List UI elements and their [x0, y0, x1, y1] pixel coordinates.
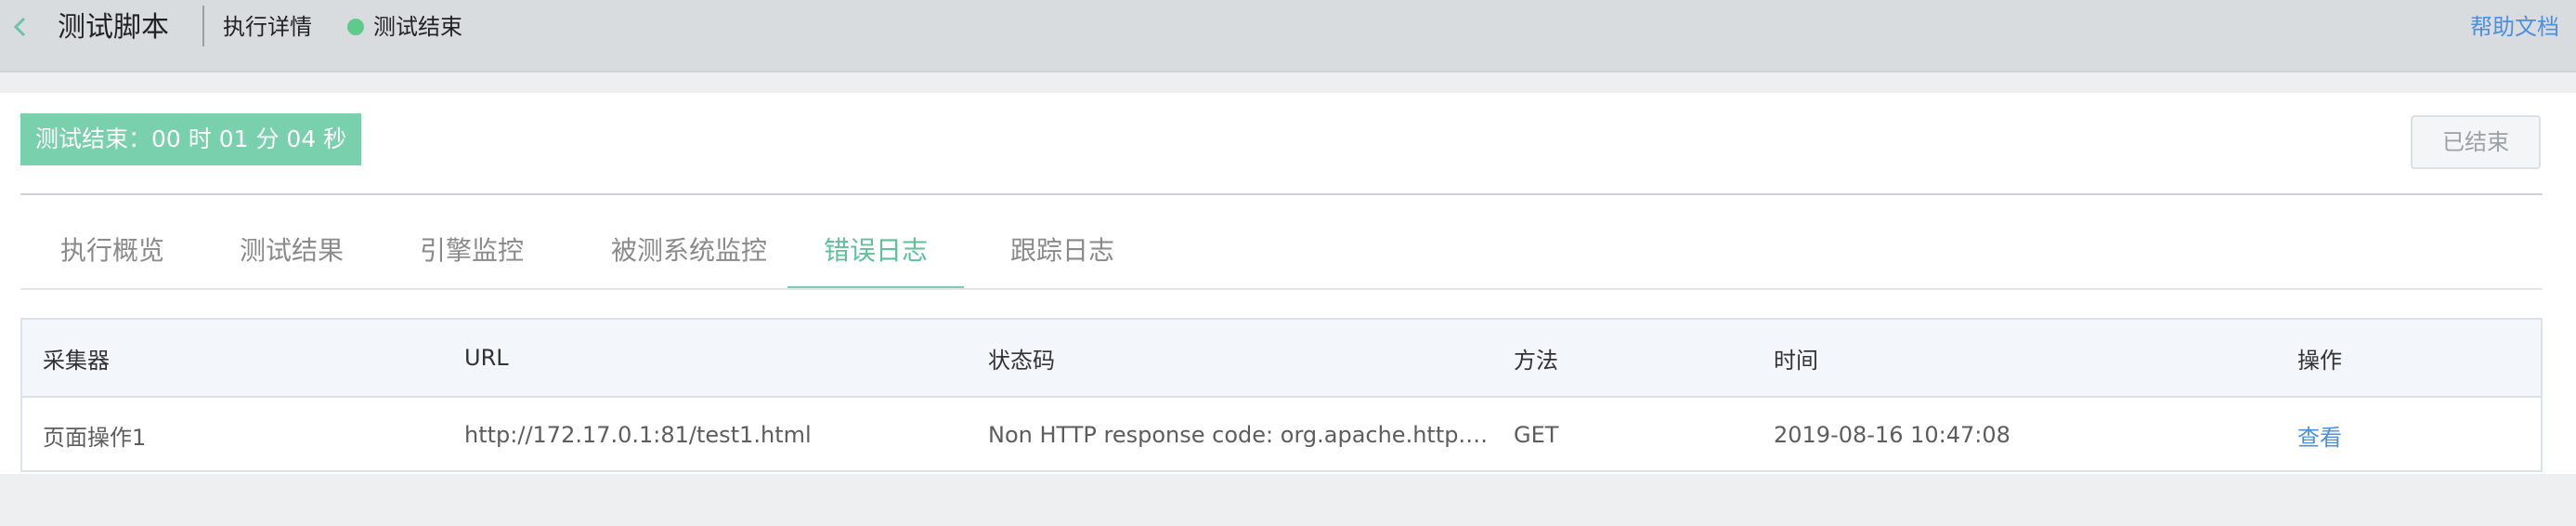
finished-button[interactable]: 已结束 — [2411, 115, 2541, 169]
cell-collector: 页面操作1 — [43, 424, 147, 451]
top-bar: 测试脚本 执行详情 测试结束 帮助文档 — [0, 0, 2576, 72]
status-text: 测试结束 — [373, 14, 462, 40]
status-dot-icon — [347, 19, 364, 35]
breadcrumb-execution-detail: 执行详情 — [223, 14, 312, 40]
column-header-action: 操作 — [2297, 347, 2342, 374]
cell-status-code: Non HTTP response code: org.apache.http.… — [988, 422, 1490, 448]
tab-error-log[interactable]: 错误日志 — [787, 212, 964, 290]
view-link[interactable]: 查看 — [2297, 398, 2520, 472]
tab-engine-monitor[interactable]: 引擎监控 — [396, 212, 548, 290]
column-header-method: 方法 — [1514, 347, 1558, 374]
chevron-left-icon[interactable] — [7, 13, 35, 41]
column-header-status-code: 状态码 — [988, 347, 1055, 374]
column-header-collector: 采集器 — [43, 347, 110, 374]
main-panel: 测试结束：00 时 01 分 04 秒 已结束 执行概览 测试结果 引擎监控 被… — [0, 93, 2576, 474]
tab-trace-log[interactable]: 跟踪日志 — [986, 212, 1138, 290]
help-docs-link[interactable]: 帮助文档 — [2470, 9, 2559, 45]
title-divider — [202, 6, 204, 46]
test-duration-badge: 测试结束：00 时 01 分 04 秒 — [20, 113, 362, 165]
tab-bar: 执行概览 测试结果 引擎监控 被测系统监控 错误日志 跟踪日志 — [20, 212, 2543, 290]
column-header-time: 时间 — [1774, 347, 1818, 374]
tabs-divider — [20, 288, 2543, 290]
cell-method: GET — [1514, 422, 1559, 448]
table-row: 页面操作1 http://172.17.0.1:81/test1.html No… — [22, 398, 2541, 472]
tab-execution-overview[interactable]: 执行概览 — [37, 212, 188, 290]
cell-url: http://172.17.0.1:81/test1.html — [464, 422, 812, 448]
column-header-url: URL — [464, 345, 509, 371]
table-header: 采集器 URL 状态码 方法 时间 操作 — [22, 320, 2541, 398]
divider — [20, 193, 2543, 195]
tab-system-monitor[interactable]: 被测系统监控 — [578, 212, 800, 290]
error-log-table: 采集器 URL 状态码 方法 时间 操作 页面操作1 http://172.17… — [20, 318, 2543, 472]
page-title: 测试脚本 — [58, 11, 169, 44]
cell-time: 2019-08-16 10:47:08 — [1774, 422, 2010, 448]
tab-test-results[interactable]: 测试结果 — [217, 212, 366, 290]
